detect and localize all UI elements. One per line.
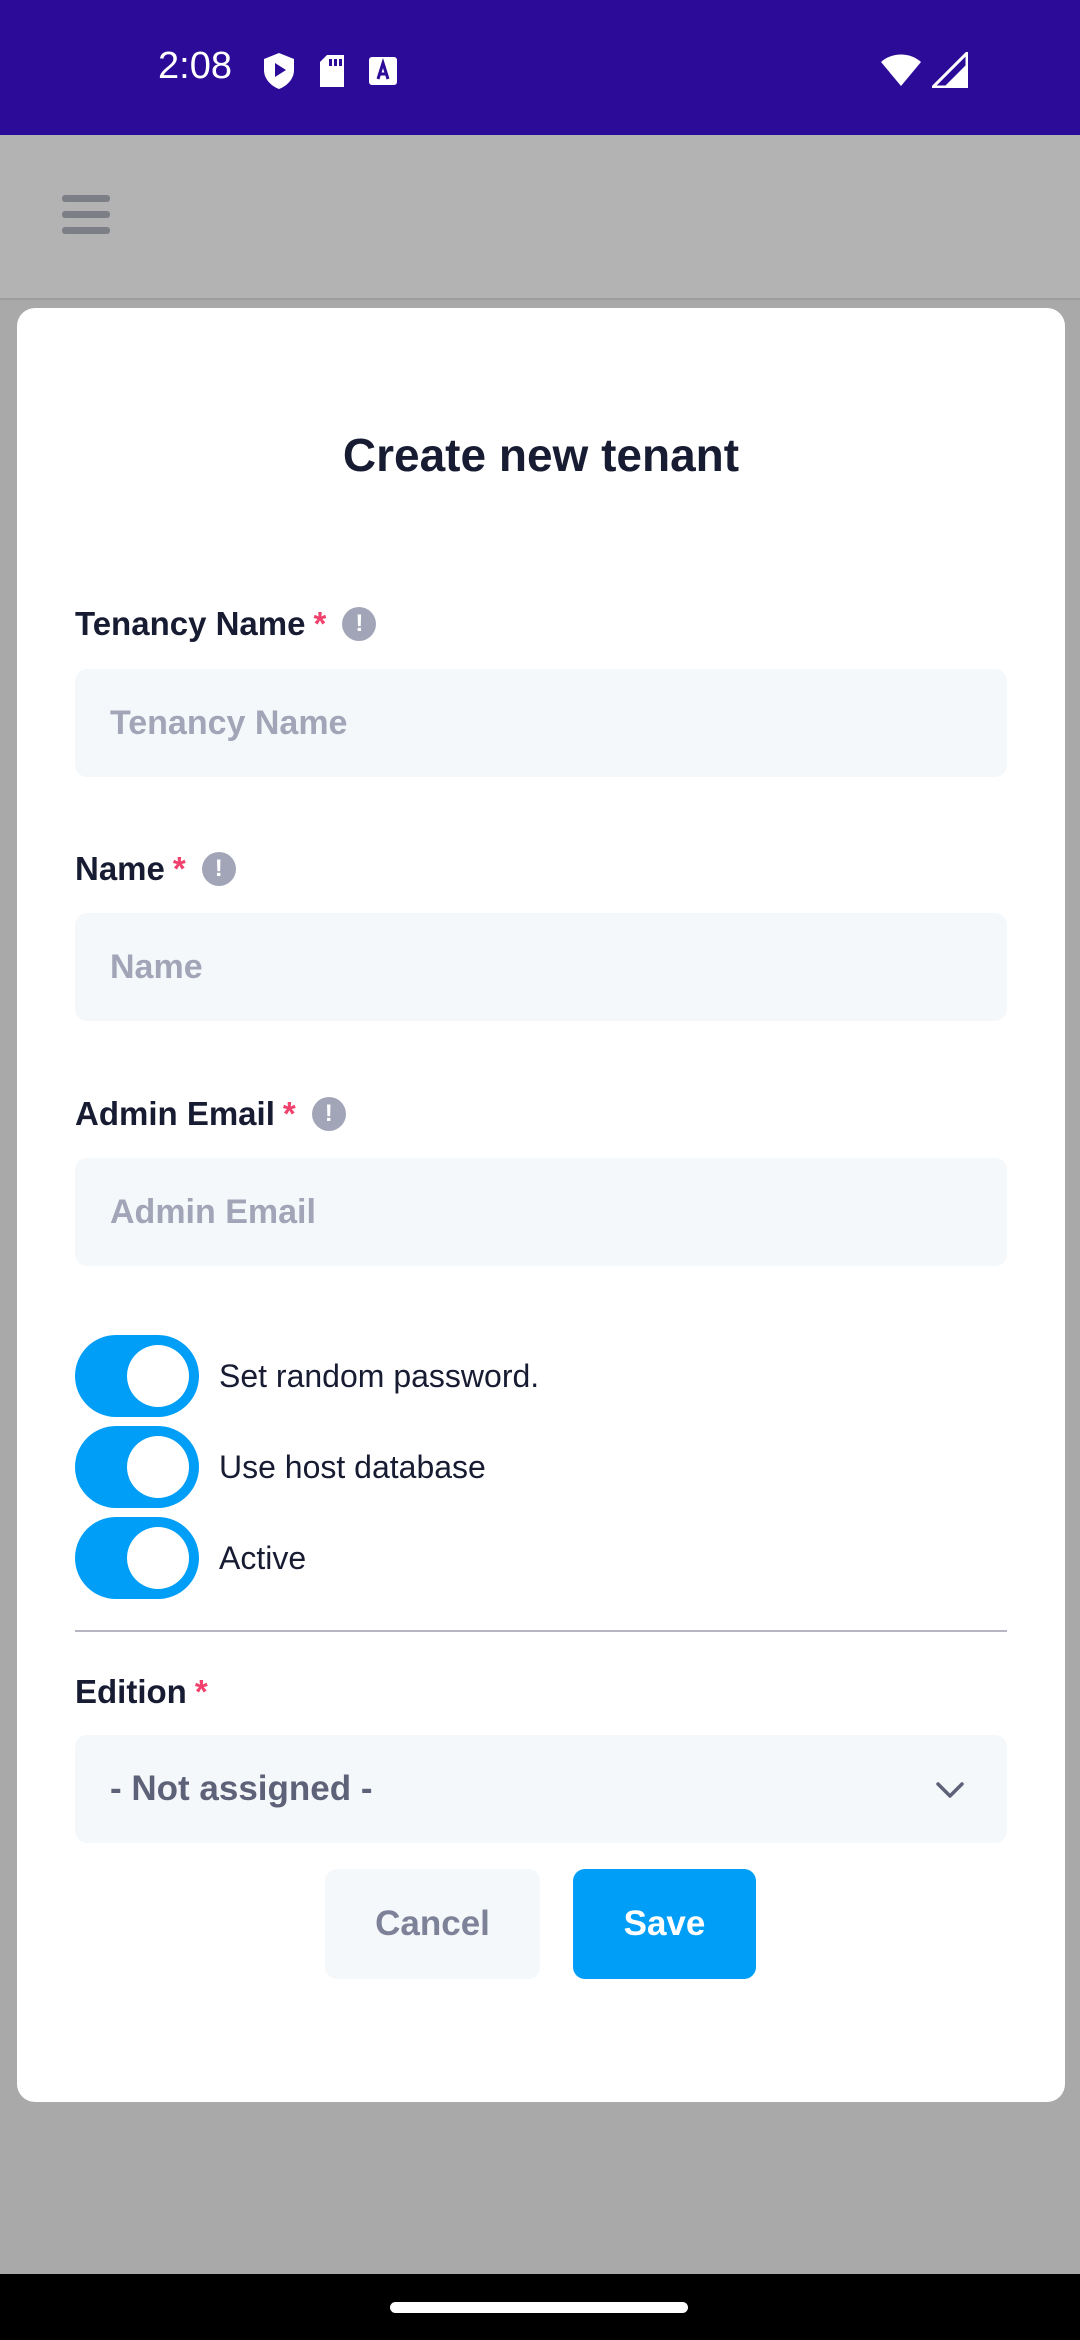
toggle-row-active: Active (75, 1517, 306, 1599)
hamburger-menu-icon[interactable] (62, 195, 110, 237)
required-mark: * (313, 605, 327, 642)
toggle-label: Set random password. (219, 1357, 540, 1394)
save-button[interactable]: Save (573, 1869, 756, 1979)
modal-title: Create new tenant (342, 429, 740, 481)
edition-selected-value: - Not assigned - (110, 1769, 373, 1808)
shield-play-icon (264, 53, 294, 89)
tenancy-name-input[interactable] (75, 669, 1007, 777)
tenancy-name-label-text: Tenancy Name (75, 605, 306, 642)
name-input[interactable] (75, 913, 1007, 1021)
name-label: Name * ! (75, 850, 236, 888)
info-icon[interactable]: ! (201, 852, 236, 886)
info-icon[interactable]: ! (342, 607, 377, 641)
app-bar (0, 135, 1080, 300)
admin-email-label-text: Admin Email (75, 1095, 275, 1132)
admin-email-label: Admin Email * ! (75, 1095, 346, 1133)
status-icons-right (880, 52, 968, 88)
wifi-icon (881, 54, 921, 86)
required-mark: * (194, 1673, 208, 1710)
tenancy-name-label: Tenancy Name * ! (75, 605, 377, 643)
admin-email-input[interactable] (75, 1158, 1007, 1266)
home-indicator[interactable] (390, 2302, 688, 2313)
status-bar: 2:08 (0, 0, 1080, 135)
navigation-bar (0, 2274, 1080, 2340)
sd-card-icon (320, 55, 344, 87)
toggle-label: Use host database (219, 1448, 486, 1485)
toggle-label: Active (219, 1539, 307, 1576)
toggle-row-host-database: Use host database (75, 1426, 486, 1508)
cell-signal-icon (932, 52, 968, 88)
active-toggle[interactable] (75, 1517, 199, 1599)
text-a-icon (369, 57, 397, 85)
edition-label: Edition * (75, 1673, 208, 1711)
toggle-row-random-password: Set random password. (75, 1335, 539, 1417)
create-tenant-modal: Create new tenant Tenancy Name * ! Name … (17, 308, 1065, 2102)
host-database-toggle[interactable] (75, 1426, 199, 1508)
edition-select[interactable]: - Not assigned - (75, 1735, 1007, 1843)
cancel-button[interactable]: Cancel (325, 1869, 540, 1979)
status-icons-left (262, 52, 398, 90)
status-time: 2:08 (158, 45, 232, 87)
chevron-down-icon (936, 1782, 964, 1798)
random-password-toggle[interactable] (75, 1335, 199, 1417)
edition-label-text: Edition (75, 1673, 187, 1710)
info-icon[interactable]: ! (311, 1097, 346, 1131)
required-mark: * (172, 850, 186, 887)
name-label-text: Name (75, 850, 165, 887)
divider (75, 1630, 1007, 1632)
required-mark: * (282, 1095, 296, 1132)
